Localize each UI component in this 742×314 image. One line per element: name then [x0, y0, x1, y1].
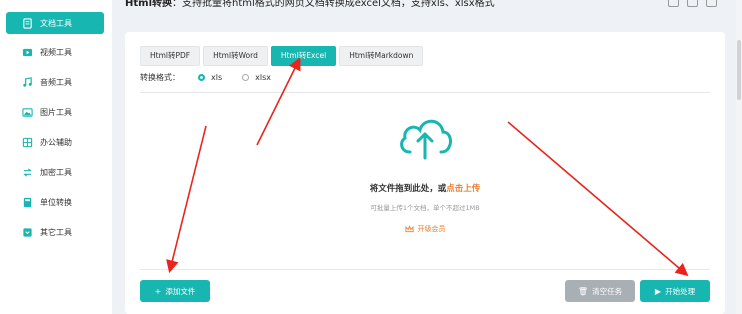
- save-icon[interactable]: [668, 0, 679, 7]
- office-icon: [20, 135, 34, 149]
- document-icon: [20, 16, 34, 30]
- sidebar-item-image-tools[interactable]: 图片工具: [6, 101, 104, 123]
- window-icon[interactable]: [687, 0, 698, 7]
- sidebar-item-other-tools[interactable]: 其它工具: [6, 221, 104, 243]
- sidebar-item-document-tools[interactable]: 文档工具: [6, 12, 104, 34]
- star-icon[interactable]: [706, 0, 717, 7]
- tab-html-to-word[interactable]: Html转Word: [203, 46, 268, 66]
- encrypt-icon: [20, 165, 34, 179]
- upload-limit-text: 可批量上传1个文档，单个不超过1MB: [370, 204, 480, 212]
- sidebar-item-label: 办公辅助: [40, 137, 72, 147]
- page-title: Html转换：支持批量将html格式的网页文档转换成excel文档，支持xls、…: [125, 0, 495, 9]
- upgrade-vip-link[interactable]: 开级会员: [404, 224, 446, 234]
- sidebar-item-label: 单位转换: [40, 197, 72, 207]
- format-label: 转换格式：: [140, 73, 180, 82]
- page-header: Html转换：支持批量将html格式的网页文档转换成excel文档，支持xls、…: [125, 0, 725, 16]
- main-panel: Html转PDF Html转Word Html转Excel Html转Markd…: [125, 32, 725, 314]
- tab-html-to-markdown[interactable]: Html转Markdown: [339, 46, 424, 66]
- upload-dropzone[interactable]: 将文件拖到此处，或点击上传 可批量上传1个文档，单个不超过1MB 开级会员: [125, 112, 725, 237]
- radio-xlsx[interactable]: xlsx: [242, 73, 271, 82]
- divider: [140, 269, 710, 270]
- clear-tasks-button[interactable]: 🗑 清空任务: [565, 280, 635, 302]
- scrollbar[interactable]: [736, 0, 742, 314]
- sidebar-item-encrypt-tools[interactable]: 加密工具: [6, 161, 104, 183]
- unit-icon: [20, 195, 34, 209]
- trash-icon: 🗑: [577, 286, 589, 296]
- sidebar-item-label: 文档工具: [40, 18, 72, 28]
- sidebar-item-label: 其它工具: [40, 227, 72, 237]
- tab-html-to-pdf[interactable]: Html转PDF: [140, 46, 201, 66]
- video-icon: [20, 45, 34, 59]
- image-icon: [20, 105, 34, 119]
- add-file-button[interactable]: + 添加文件: [140, 280, 210, 302]
- sidebar: 文档工具 视频工具 音频工具 图片工具 办公辅助 加密工具 单位转换 其它工具: [0, 0, 112, 314]
- radio-label: xlsx: [255, 73, 271, 82]
- sidebar-item-label: 加密工具: [40, 167, 72, 177]
- other-icon: [20, 225, 34, 239]
- tab-html-to-excel[interactable]: Html转Excel: [270, 46, 337, 66]
- sidebar-item-video-tools[interactable]: 视频工具: [6, 41, 104, 63]
- plus-icon: +: [154, 286, 162, 296]
- radio-dot[interactable]: [198, 74, 205, 81]
- crown-icon: [404, 225, 414, 233]
- divider: [140, 92, 710, 93]
- radio-label: xls: [211, 73, 223, 82]
- play-icon: ▶: [654, 286, 662, 296]
- radio-xls[interactable]: xls: [198, 73, 222, 82]
- sidebar-item-unit-convert[interactable]: 单位转换: [6, 191, 104, 213]
- sidebar-item-audio-tools[interactable]: 音频工具: [6, 71, 104, 93]
- click-upload-link[interactable]: 点击上传: [446, 184, 480, 194]
- music-icon: [20, 75, 34, 89]
- upload-hint: 将文件拖到此处，或点击上传: [369, 184, 481, 194]
- format-row: 转换格式： xls xlsx: [140, 72, 291, 83]
- cloud-upload-icon: [400, 119, 452, 160]
- radio-dot[interactable]: [242, 74, 250, 81]
- start-processing-button[interactable]: ▶ 开始处理: [640, 280, 710, 302]
- sidebar-item-label: 视频工具: [40, 47, 72, 57]
- sidebar-item-label: 音频工具: [40, 77, 72, 87]
- tab-bar: Html转PDF Html转Word Html转Excel Html转Markd…: [140, 46, 424, 66]
- sidebar-item-office-assist[interactable]: 办公辅助: [6, 131, 104, 153]
- scrollbar-thumb[interactable]: [737, 40, 741, 100]
- sidebar-item-label: 图片工具: [40, 107, 72, 117]
